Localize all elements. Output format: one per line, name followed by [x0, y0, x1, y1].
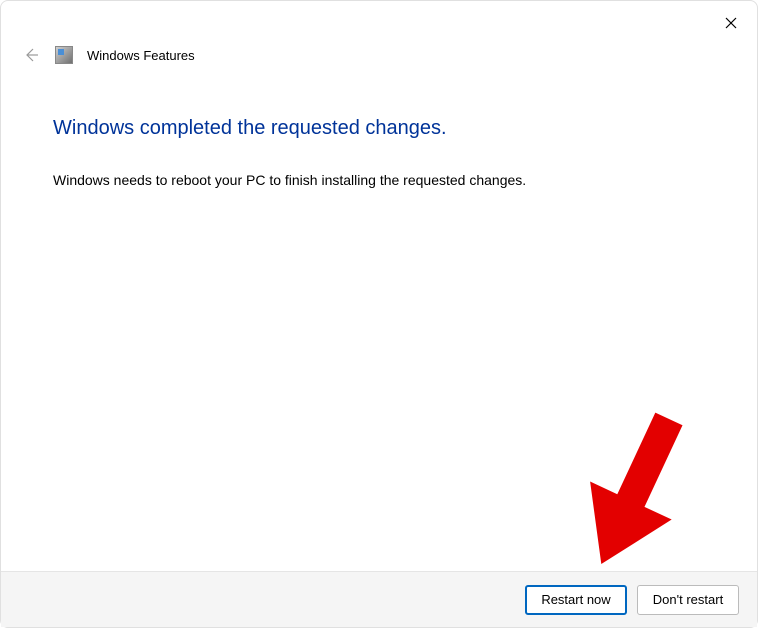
app-title: Windows Features	[87, 48, 195, 63]
body-message: Windows needs to reboot your PC to finis…	[53, 170, 705, 191]
annotation-arrow-icon	[563, 401, 703, 591]
titlebar	[1, 1, 757, 37]
close-icon	[725, 17, 737, 29]
page-heading: Windows completed the requested changes.	[53, 117, 705, 140]
header: Windows Features	[1, 37, 757, 77]
close-button[interactable]	[719, 11, 743, 35]
dont-restart-button[interactable]: Don't restart	[637, 585, 739, 615]
footer: Restart now Don't restart	[1, 571, 757, 627]
back-button[interactable]	[21, 45, 41, 65]
windows-features-icon	[55, 46, 73, 64]
back-arrow-icon	[23, 47, 39, 63]
content-area: Windows completed the requested changes.…	[1, 77, 757, 211]
restart-now-button[interactable]: Restart now	[525, 585, 627, 615]
